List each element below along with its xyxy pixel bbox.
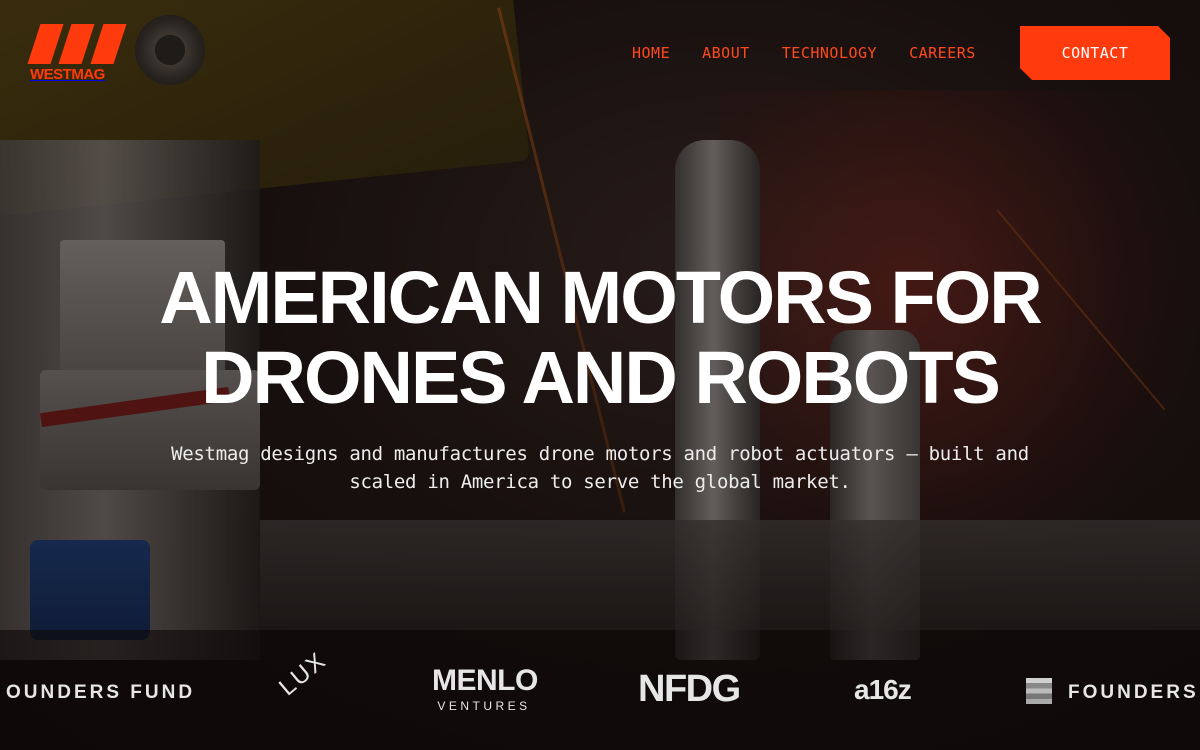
hero-title-line-1: AMERICAN MOTORS FOR (159, 256, 1043, 339)
nav-item-home[interactable]: HOME (632, 42, 670, 64)
westmag-stripes-icon (27, 24, 127, 64)
founders-fund-logo-right: FOUNDERS (1068, 682, 1199, 703)
lux-logo: LUX (274, 646, 332, 702)
nfdg-logo: NFDG (638, 668, 741, 710)
main-nav: HOME ABOUT TECHNOLOGY CAREERS (632, 42, 976, 64)
brand-wordmark: WESTMAG (30, 66, 105, 83)
contact-button[interactable]: CONTACT (1020, 26, 1170, 80)
founders-fund-logo: OUNDERS FUND (6, 682, 196, 703)
hero-subtitle: Westmag designs and manufactures drone m… (171, 443, 1029, 493)
menlo-subtext: VENTURES (437, 699, 531, 713)
founders-fund-icon (1026, 678, 1052, 704)
hero-title: AMERICAN MOTORS FOR DRONES AND ROBOTS (0, 258, 1200, 418)
nav-item-about[interactable]: ABOUT (702, 42, 750, 64)
menlo-ventures-logo: MENLO VENTURES (432, 664, 538, 714)
investor-logos-strip: OUNDERS FUND LUX MENLO VENTURES NFDG a16… (0, 630, 1200, 750)
hero-section: AMERICAN MOTORS FOR DRONES AND ROBOTS We… (0, 258, 1200, 496)
hero-title-line-2: DRONES AND ROBOTS (201, 336, 1001, 419)
nav-item-technology[interactable]: TECHNOLOGY (782, 42, 877, 64)
a16z-logo: a16z (854, 674, 912, 705)
site-header: WESTMAG HOME ABOUT TECHNOLOGY CAREERS CO… (0, 0, 1200, 106)
nav-item-careers[interactable]: CAREERS (909, 42, 976, 64)
menlo-wordmark: MENLO (432, 664, 538, 697)
brand-logo[interactable]: WESTMAG (27, 24, 127, 84)
